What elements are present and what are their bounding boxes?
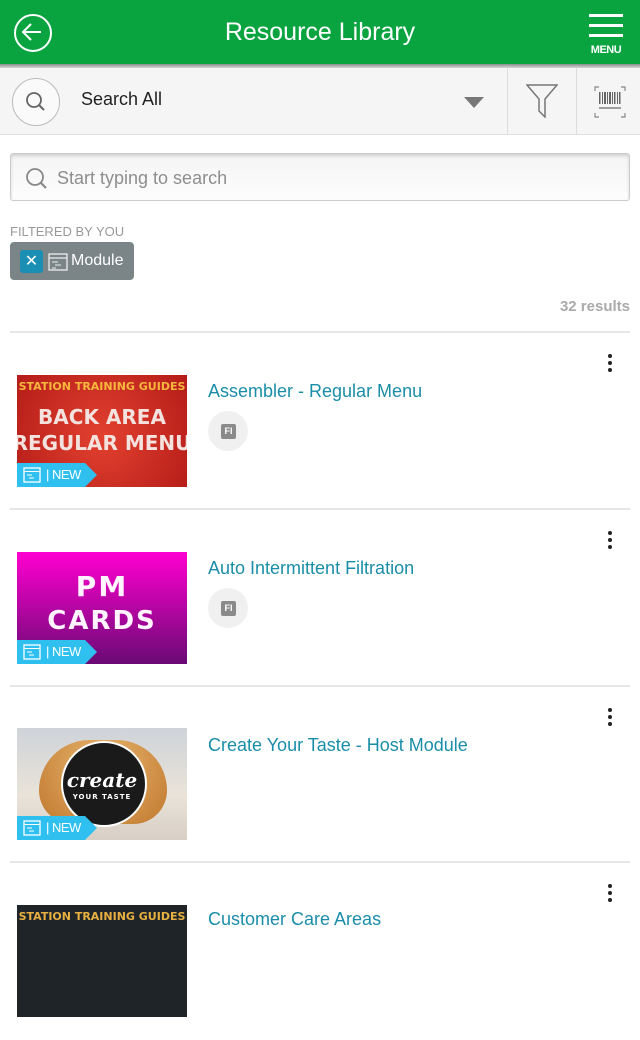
hamburger-icon — [589, 14, 623, 17]
thumb-caption: REGULAR MENU — [17, 431, 187, 455]
badge-circle: FI — [208, 588, 248, 628]
kebab-icon — [608, 531, 612, 535]
hamburger-bar — [589, 24, 623, 27]
new-tag: | NEW — [17, 816, 97, 840]
search-input[interactable] — [55, 162, 619, 194]
results-count: 32 results — [559, 298, 630, 315]
divider — [10, 685, 630, 687]
thumb-caption: YOUR TASTE — [72, 793, 132, 801]
kebab-dot — [608, 715, 612, 719]
search-scope-select[interactable]: Search All — [81, 89, 162, 110]
new-tag-label: | NEW — [46, 467, 81, 482]
filtered-by-label: FILTERED BY YOU — [10, 224, 125, 239]
app-header: Resource Library MENU — [0, 0, 640, 64]
list-item[interactable]: PM CARDS | NEW Auto Intermittent Filtrat… — [0, 511, 640, 687]
kebab-dot — [608, 545, 612, 549]
kebab-dot — [608, 898, 612, 902]
item-thumbnail[interactable]: STATION TRAINING GUIDES BACK AREA REGULA… — [17, 375, 187, 487]
thumb-caption: create — [66, 768, 138, 792]
more-options-button[interactable] — [604, 354, 616, 374]
module-icon — [23, 820, 41, 836]
more-options-button[interactable] — [604, 531, 616, 551]
search-button[interactable] — [12, 78, 60, 126]
divider — [10, 508, 630, 510]
thumb-caption: STATION TRAINING GUIDES — [18, 380, 186, 393]
item-title-link[interactable]: Create Your Taste - Host Module — [208, 735, 468, 756]
search-icon — [26, 92, 45, 111]
remove-filter-button[interactable]: ✕ — [20, 250, 43, 273]
module-icon — [48, 253, 68, 271]
fi-badge: FI — [221, 601, 236, 616]
thumb-caption: BACK AREA — [38, 405, 166, 429]
thumb-caption: CARDS — [47, 606, 157, 636]
kebab-icon — [608, 354, 612, 358]
hamburger-bar — [589, 34, 623, 37]
list-item[interactable]: STATION TRAINING GUIDES Customer Care Ar… — [0, 864, 640, 1040]
kebab-dot — [608, 361, 612, 365]
thumb-caption: STATION TRAINING GUIDES — [18, 910, 186, 923]
thumb-caption: PM — [75, 570, 129, 603]
item-thumbnail[interactable]: STATION TRAINING GUIDES — [17, 905, 187, 1017]
fi-badge: FI — [221, 424, 236, 439]
item-title-link[interactable]: Auto Intermittent Filtration — [208, 558, 414, 579]
kebab-dot — [608, 368, 612, 372]
divider — [10, 861, 630, 863]
kebab-icon — [608, 708, 612, 712]
kebab-dot — [608, 891, 612, 895]
new-tag-label: | NEW — [46, 644, 81, 659]
divider — [10, 331, 630, 333]
list-item[interactable]: create YOUR TASTE | NEW Create Your Tast… — [0, 688, 640, 864]
page-title: Resource Library — [224, 18, 416, 46]
search-icon — [26, 168, 47, 189]
search-toolbar: Search All — [0, 68, 640, 135]
new-tag-label: | NEW — [46, 820, 81, 835]
kebab-dot — [608, 722, 612, 726]
funnel-icon — [526, 84, 558, 118]
item-thumbnail[interactable]: create YOUR TASTE | NEW — [17, 728, 187, 840]
item-thumbnail[interactable]: PM CARDS | NEW — [17, 552, 187, 664]
kebab-icon — [608, 884, 612, 888]
search-field[interactable] — [10, 153, 630, 201]
menu-label: MENU — [590, 44, 622, 56]
module-icon — [23, 467, 41, 483]
kebab-dot — [608, 538, 612, 542]
list-item[interactable]: STATION TRAINING GUIDES BACK AREA REGULA… — [0, 334, 640, 510]
filter-button[interactable] — [508, 68, 576, 134]
item-title-link[interactable]: Assembler - Regular Menu — [208, 381, 422, 402]
barcode-scan-icon — [594, 86, 626, 118]
badge-circle: FI — [208, 411, 248, 451]
new-tag: | NEW — [17, 640, 97, 664]
module-icon — [23, 644, 41, 660]
filter-chip-label: Module — [71, 252, 124, 269]
caret-down-icon[interactable] — [464, 97, 484, 108]
more-options-button[interactable] — [604, 708, 616, 728]
barcode-scan-button[interactable] — [577, 68, 640, 134]
menu-button[interactable]: MENU — [587, 14, 625, 58]
more-options-button[interactable] — [604, 884, 616, 904]
filter-chip-module: ✕ Module — [10, 242, 134, 280]
new-tag: | NEW — [17, 463, 97, 487]
